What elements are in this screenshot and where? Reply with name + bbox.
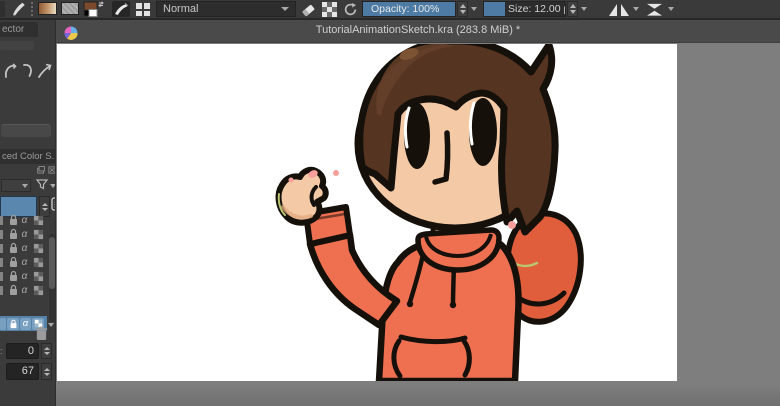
alpha-lock-badge[interactable]: α <box>19 215 30 226</box>
layer-thumb-edge <box>0 272 3 281</box>
document-titlebar: TutorialAnimationSketch.kra (283.8 MiB) … <box>56 20 780 43</box>
layer-row[interactable]: α <box>0 213 47 227</box>
eraser-mode-button[interactable] <box>299 1 317 17</box>
inherit-alpha-icon[interactable] <box>33 229 44 240</box>
alpha-lock-badge[interactable]: α <box>19 229 30 240</box>
horizontal-mirror-dropdown[interactable] <box>631 1 641 17</box>
close-docker-icon[interactable] <box>48 166 56 174</box>
hoodie-collar <box>418 230 499 270</box>
layer-thumb-edge <box>0 216 3 225</box>
main-toolbar: Normal Opacity: 100% Size: 12.00 px <box>0 0 780 18</box>
opacity-spinner[interactable] <box>457 1 468 17</box>
document-title: TutorialAnimationSketch.kra (283.8 MiB) … <box>56 24 780 36</box>
layer-badge-clipped[interactable] <box>0 318 6 330</box>
canvas-scroll-area[interactable] <box>56 43 780 406</box>
shade-selector-dropdown[interactable] <box>1 179 31 192</box>
opacity-dropdown[interactable] <box>469 1 479 17</box>
lock-icon[interactable] <box>8 256 19 268</box>
collapsed-control[interactable] <box>0 41 34 50</box>
vertical-mirror-dropdown[interactable] <box>666 1 676 17</box>
sleeve <box>310 235 397 325</box>
inherit-alpha-icon[interactable] <box>33 215 44 226</box>
layers-scrollbar[interactable] <box>49 234 55 322</box>
blending-mode-dropdown[interactable]: Normal <box>156 1 296 17</box>
brush-preset-button[interactable] <box>111 1 130 17</box>
layer-row[interactable]: α <box>0 283 47 297</box>
float-docker-icon[interactable] <box>37 166 45 174</box>
clipped-tool-icon[interactable] <box>0 1 5 17</box>
value-field-2-spinner[interactable] <box>41 363 52 380</box>
toolbar-separator <box>31 2 33 16</box>
lock-icon[interactable] <box>8 214 19 226</box>
value-field-2[interactable]: 67 <box>6 363 39 380</box>
value-field-1[interactable]: 0 <box>6 343 39 359</box>
krita-window: Normal Opacity: 100% Size: 12.00 px <box>0 0 780 406</box>
layer-row[interactable]: α <box>0 227 47 241</box>
layer-thumb-edge <box>0 286 3 295</box>
value-field-1-spinner[interactable] <box>41 343 52 359</box>
preserve-alpha-button[interactable] <box>320 1 338 17</box>
layer-row[interactable]: α <box>0 269 47 283</box>
blush-dot-right <box>508 221 516 229</box>
layer-thumb-edge <box>0 244 3 253</box>
docker-button[interactable] <box>1 124 51 137</box>
alpha-lock-badge[interactable]: α <box>19 285 30 296</box>
vertical-mirror-button[interactable] <box>643 1 665 17</box>
freehand-brush-tool-icon[interactable] <box>8 1 28 17</box>
alpha-lock-badge[interactable]: α <box>19 271 30 282</box>
inherit-alpha-icon[interactable] <box>33 285 44 296</box>
inherit-alpha-icon[interactable] <box>33 243 44 254</box>
layer-thumb-edge <box>0 230 3 239</box>
size-spinner[interactable] <box>567 1 578 17</box>
arrow-tool-icon[interactable] <box>39 65 51 78</box>
opacity-slider-label: Opacity: 100% <box>363 2 455 17</box>
horizontal-mirror-button[interactable] <box>607 1 630 17</box>
character-artwork <box>57 44 677 381</box>
chevron-down-icon <box>281 7 289 11</box>
lock-icon[interactable] <box>8 284 19 296</box>
layer-row[interactable]: α <box>0 255 47 269</box>
size-slider[interactable]: Size: 12.00 px <box>483 1 566 17</box>
opacity-slider[interactable]: Opacity: 100% <box>362 1 456 17</box>
reload-preset-button[interactable] <box>341 1 359 17</box>
lock-icon[interactable] <box>8 228 19 240</box>
field-label-clipped: : <box>0 346 3 356</box>
pattern-swatch[interactable] <box>61 2 79 15</box>
brush-presets-grid-button[interactable] <box>133 1 152 17</box>
filter-funnel-icon[interactable] <box>36 178 48 196</box>
alpha-lock-badge[interactable]: α <box>20 318 31 330</box>
docker-tab-selector[interactable]: ector <box>0 22 38 37</box>
layers-scrollbar-thumb[interactable] <box>49 237 55 289</box>
inherit-alpha-icon[interactable] <box>33 271 44 282</box>
size-slider-label: Size: 12.00 px <box>484 2 565 17</box>
blending-mode-value: Normal <box>163 3 198 15</box>
lock-icon[interactable] <box>8 270 19 282</box>
character-head <box>358 44 555 232</box>
filter-dropdown[interactable] <box>48 178 56 194</box>
curve-tool-icon[interactable] <box>6 64 16 77</box>
alpha-lock-badge[interactable]: α <box>19 243 30 254</box>
layer-row[interactable]: α <box>0 241 47 255</box>
inherit-alpha-icon[interactable] <box>33 257 44 268</box>
gradient-swatch[interactable] <box>38 2 57 15</box>
arc-tool-icon[interactable] <box>24 65 31 76</box>
tool-icons-row <box>2 60 54 87</box>
foreground-background-color-swatch[interactable] <box>83 1 106 17</box>
docker-tab-advanced-color-selector[interactable]: ced Color S... <box>0 149 56 164</box>
lock-icon[interactable] <box>8 242 19 254</box>
layer-thumb-edge <box>0 258 3 267</box>
blush-dot-left <box>333 170 339 176</box>
document-canvas[interactable] <box>57 44 677 381</box>
left-docker-panel: ector ced Color S... <box>0 20 56 406</box>
size-dropdown[interactable] <box>579 1 589 17</box>
lock-icon[interactable] <box>7 318 19 330</box>
docker-titlebar-buttons <box>37 166 56 174</box>
alpha-lock-badge[interactable]: α <box>19 257 30 268</box>
